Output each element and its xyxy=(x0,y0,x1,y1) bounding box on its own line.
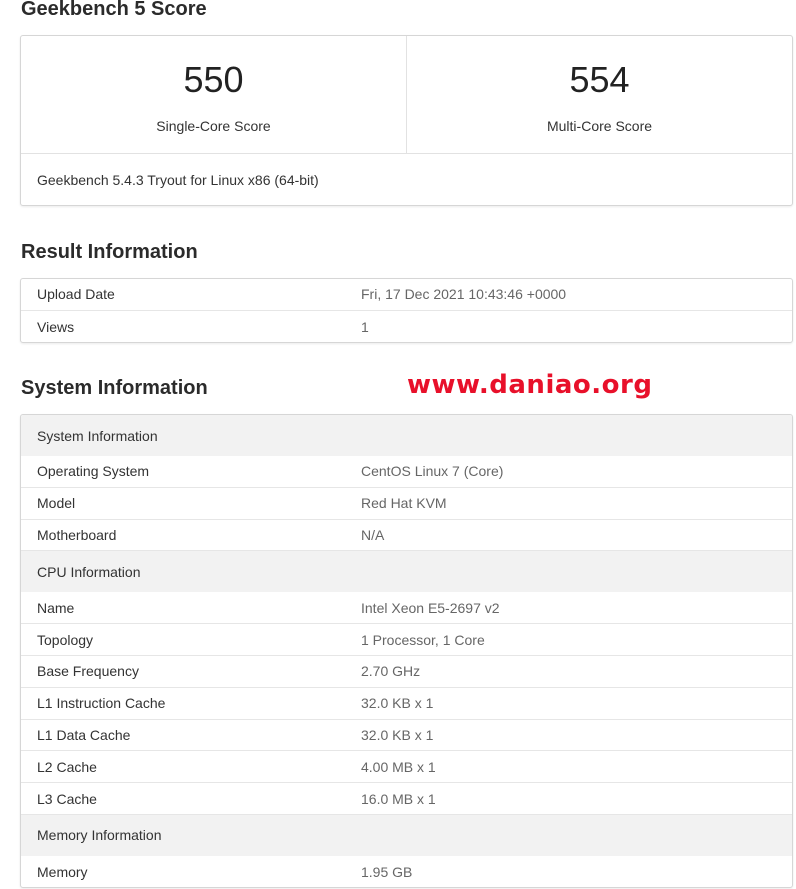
system-info-table: System Information Operating System Cent… xyxy=(20,414,793,888)
table-row: Operating System CentOS Linux 7 (Core) xyxy=(21,456,792,488)
table-row: Views 1 xyxy=(21,311,792,342)
multi-core-score: 554 Multi-Core Score xyxy=(406,36,792,153)
row-value: 1.95 GB xyxy=(361,863,413,880)
page: Geekbench 5 Score 550 Single-Core Score … xyxy=(0,0,796,889)
table-row: L3 Cache 16.0 MB x 1 xyxy=(21,783,792,815)
system-section-title: System Information xyxy=(21,377,208,399)
row-name: Views xyxy=(37,318,75,335)
geekbench-version: Geekbench 5.4.3 Tryout for Linux x86 (64… xyxy=(37,172,319,188)
table-row: L2 Cache 4.00 MB x 1 xyxy=(21,751,792,784)
table-row: Memory 1.95 GB xyxy=(21,856,792,887)
row-name: Motherboard xyxy=(37,526,117,543)
row-value: 16.0 MB x 1 xyxy=(361,790,436,807)
row-name: Memory xyxy=(37,863,88,880)
table-row: Upload Date Fri, 17 Dec 2021 10:43:46 +0… xyxy=(21,279,792,311)
row-value: 32.0 KB x 1 xyxy=(361,726,434,743)
group-heading-system: System Information xyxy=(21,415,792,456)
row-name: L3 Cache xyxy=(37,790,97,807)
table-row: Motherboard N/A xyxy=(21,520,792,552)
row-value: 1 xyxy=(361,318,369,335)
row-name: Upload Date xyxy=(37,286,115,303)
single-core-score-label: Single-Core Score xyxy=(156,118,271,134)
table-row: L1 Data Cache 32.0 KB x 1 xyxy=(21,720,792,752)
multi-core-score-value: 554 xyxy=(569,59,630,100)
score-section-title: Geekbench 5 Score xyxy=(21,0,207,20)
table-row: Model Red Hat KVM xyxy=(21,488,792,520)
row-name: L1 Instruction Cache xyxy=(37,695,166,712)
group-heading-memory: Memory Information xyxy=(21,814,792,856)
group-heading-cpu: CPU Information xyxy=(21,551,792,593)
score-card: 550 Single-Core Score 554 Multi-Core Sco… xyxy=(20,35,793,206)
row-value: 32.0 KB x 1 xyxy=(361,695,434,712)
row-name: Name xyxy=(37,599,75,616)
row-name: Topology xyxy=(37,631,94,648)
row-name: L1 Data Cache xyxy=(37,726,131,743)
row-value: Red Hat KVM xyxy=(361,495,447,512)
score-row: 550 Single-Core Score 554 Multi-Core Sco… xyxy=(21,36,792,154)
row-name: Model xyxy=(37,495,76,512)
row-value: 4.00 MB x 1 xyxy=(361,758,436,775)
single-core-score: 550 Single-Core Score xyxy=(21,36,406,153)
table-row: Base Frequency 2.70 GHz xyxy=(21,656,792,688)
single-core-score-value: 550 xyxy=(183,59,244,100)
row-value: CentOS Linux 7 (Core) xyxy=(361,463,504,480)
result-section-title: Result Information xyxy=(21,241,198,263)
row-value: Intel Xeon E5-2697 v2 xyxy=(361,599,500,616)
result-info-table: Upload Date Fri, 17 Dec 2021 10:43:46 +0… xyxy=(20,278,793,343)
row-value: 2.70 GHz xyxy=(361,663,421,680)
table-row: Name Intel Xeon E5-2697 v2 xyxy=(21,592,792,625)
row-value: 1 Processor, 1 Core xyxy=(361,631,485,648)
row-name: Base Frequency xyxy=(37,663,139,680)
row-value: N/A xyxy=(361,526,385,543)
row-value: Fri, 17 Dec 2021 10:43:46 +0000 xyxy=(361,286,567,303)
table-row: L1 Instruction Cache 32.0 KB x 1 xyxy=(21,688,792,720)
row-name: L2 Cache xyxy=(37,758,97,775)
table-row: Topology 1 Processor, 1 Core xyxy=(21,624,792,656)
watermark: www.daniao.org xyxy=(407,370,653,400)
multi-core-score-label: Multi-Core Score xyxy=(546,118,653,134)
row-name: Operating System xyxy=(37,463,150,480)
